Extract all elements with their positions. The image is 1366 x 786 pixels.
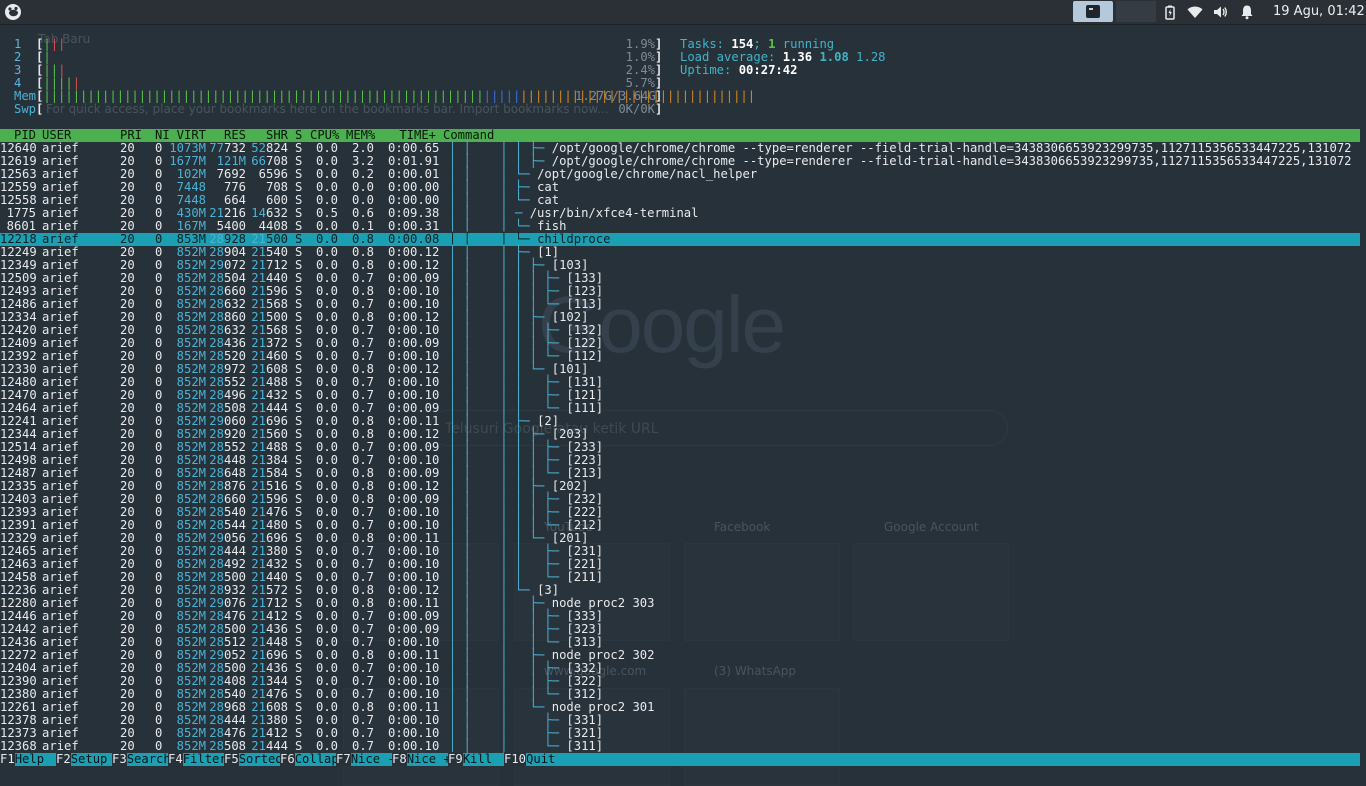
ghost-bookmarks-hint: For quick access, place your bookmarks h…	[46, 102, 609, 116]
terminal-task-button[interactable]	[1073, 1, 1113, 22]
panel-clock[interactable]: 19 Agu, 01:42	[1273, 4, 1365, 20]
load-1: 1.36	[782, 50, 813, 64]
fkey-key: F2	[56, 752, 71, 766]
fkey-label: Filter	[182, 752, 227, 766]
fkey-quit-button[interactable]: F10Quit	[504, 752, 556, 766]
fkey-label: Search	[126, 752, 171, 766]
tasks-label: Tasks:	[680, 37, 725, 51]
fkey-label: Kill	[462, 752, 493, 766]
notification-icon[interactable]	[1239, 4, 1255, 20]
process-table[interactable]: 12640 arief 20 0 1073M 77732 52824 S 0.0 2.0 0:00.…	[0, 142, 1360, 753]
uptime-value: 00:27:42	[738, 63, 798, 77]
fkey-setup-button[interactable]: F2Setup	[56, 752, 108, 766]
uptime-label: Uptime:	[680, 63, 732, 77]
fkey-nice-button[interactable]: F7Nice -	[336, 752, 395, 766]
battery-icon[interactable]	[1162, 4, 1178, 20]
fkey-label: Setup	[70, 752, 108, 766]
uptime-line: Uptime: 00:27:42	[680, 64, 797, 77]
xfce-menu-icon[interactable]	[4, 3, 22, 21]
running-label: running	[782, 37, 835, 51]
fkey-key: F1	[0, 752, 15, 766]
fkey-key: F6	[280, 752, 295, 766]
terminal-task-icon	[1086, 5, 1100, 18]
swp-meter: Swp[	[14, 102, 44, 116]
fkey-kill-button[interactable]: F9Kill	[448, 752, 493, 766]
fkey-label: Nice -	[350, 752, 395, 766]
tasks-count: 154	[731, 37, 754, 51]
fkey-key: F4	[168, 752, 183, 766]
fkey-collap-button[interactable]: F6Collap	[280, 752, 339, 766]
fkey-label: Sorted	[238, 752, 283, 766]
fkey-filter-button[interactable]: F4Filter	[168, 752, 227, 766]
fkey-label: Collap	[294, 752, 339, 766]
fkey-nice-button[interactable]: F8Nice +	[392, 752, 451, 766]
fkey-key: F9	[448, 752, 463, 766]
mem-label: Mem	[14, 89, 37, 103]
fkey-key: F3	[112, 752, 127, 766]
mem-meter: Mem[||||||||||||||||||||||||||||||||||||…	[14, 89, 756, 103]
fkey-sorted-button[interactable]: F5Sorted	[224, 752, 283, 766]
threads-count: 1	[768, 37, 776, 51]
volume-icon[interactable]	[1212, 4, 1228, 20]
swp-bracket: ]	[655, 102, 663, 116]
top-panel: 19 Agu, 01:42	[0, 0, 1366, 25]
swp-value: 0K/0K	[618, 102, 655, 116]
load-5: 1.08	[819, 50, 849, 64]
fkey-help-button[interactable]: F1Help	[0, 752, 45, 766]
fkey-label: Help	[14, 752, 45, 766]
fkey-label: Nice +	[406, 752, 451, 766]
swp-label: Swp	[14, 102, 37, 116]
fkey-key: F10	[504, 752, 527, 766]
load-label: Load average:	[680, 50, 776, 64]
fkey-key: F5	[224, 752, 239, 766]
load-15: 1.28	[856, 50, 886, 64]
empty-task-button[interactable]	[1116, 1, 1156, 22]
function-key-bar: F1Help F2Setup F3Search F4Filter F5Sorted F6C…	[0, 752, 1360, 766]
fkey-key: F7	[336, 752, 351, 766]
fkey-label: Quit	[526, 752, 556, 766]
wifi-icon[interactable]	[1187, 4, 1203, 20]
fkey-search-button[interactable]: F3Search	[112, 752, 171, 766]
fkey-key: F8	[392, 752, 407, 766]
